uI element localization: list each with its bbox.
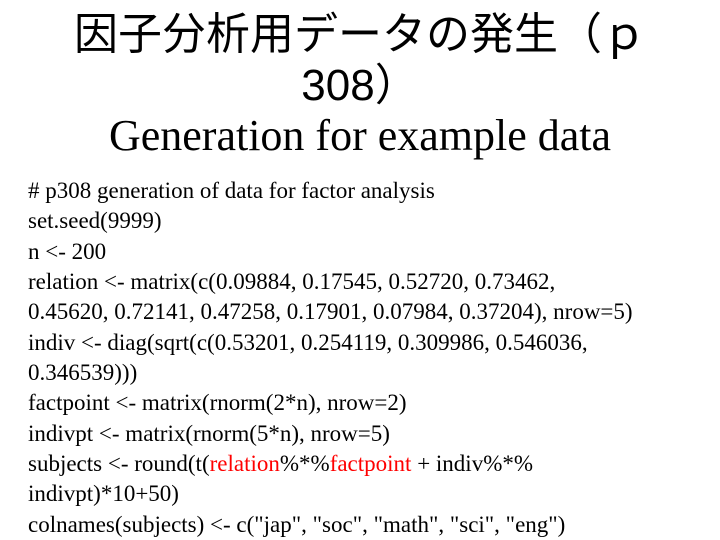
slide: 因子分析用データの発生（ｐ308） Generation for example… xyxy=(0,0,720,540)
code-text: %*% xyxy=(280,451,330,476)
code-line: colnames(subjects) <- c("jap", "soc", "m… xyxy=(28,510,692,540)
title-line-en: Generation for example data xyxy=(109,111,611,160)
code-text: + indiv%*% xyxy=(411,451,533,476)
code-line: 0.346539))) xyxy=(28,358,692,388)
code-text: subjects <- round(t( xyxy=(28,451,210,476)
code-line: factpoint <- matrix(rnorm(2*n), nrow=2) xyxy=(28,388,692,418)
code-var-relation: relation xyxy=(210,451,280,476)
code-line: 0.45620, 0.72141, 0.47258, 0.17901, 0.07… xyxy=(28,297,692,327)
code-line: # p308 generation of data for factor ana… xyxy=(28,176,692,206)
code-line: relation <- matrix(c(0.09884, 0.17545, 0… xyxy=(28,267,692,297)
code-line: set.seed(9999) xyxy=(28,206,692,236)
code-block: # p308 generation of data for factor ana… xyxy=(28,176,692,540)
code-line: subjects <- round(t(relation%*%factpoint… xyxy=(28,449,692,479)
code-var-factpoint: factpoint xyxy=(330,451,412,476)
title-line-jp: 因子分析用データの発生（ｐ308） xyxy=(74,10,646,110)
code-line: n <- 200 xyxy=(28,237,692,267)
slide-title: 因子分析用データの発生（ｐ308） Generation for example… xyxy=(28,10,692,162)
code-line: indivpt <- matrix(rnorm(5*n), nrow=5) xyxy=(28,419,692,449)
code-line: indivpt)*10+50) xyxy=(28,479,692,509)
code-line: indiv <- diag(sqrt(c(0.53201, 0.254119, … xyxy=(28,328,692,358)
